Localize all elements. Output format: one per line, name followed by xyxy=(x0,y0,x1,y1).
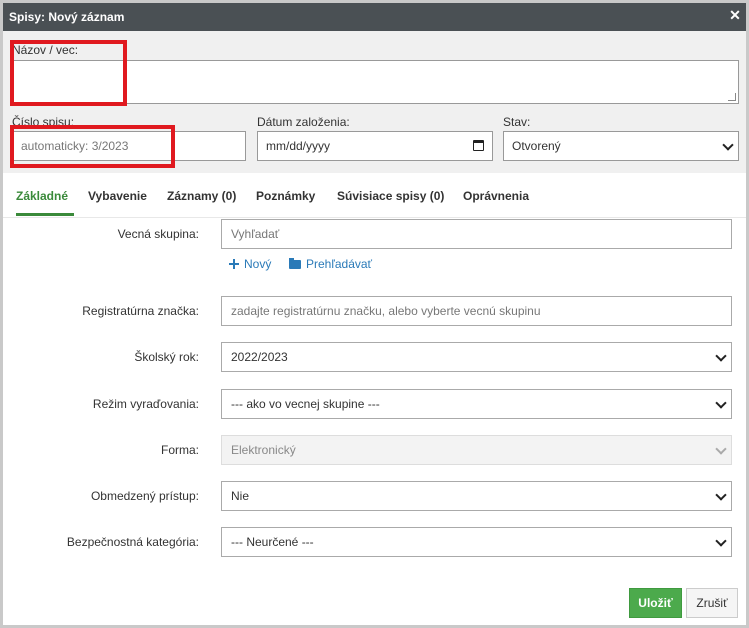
new-link[interactable]: Nový xyxy=(229,257,271,271)
security-category-value: --- Neurčené --- xyxy=(231,535,314,549)
save-button[interactable]: Uložiť xyxy=(629,588,682,618)
security-category-label: Bezpečnostná kategória: xyxy=(66,535,199,549)
folder-open-icon xyxy=(289,258,301,269)
tab-notes[interactable]: Poznámky xyxy=(256,189,315,203)
resize-grip-icon[interactable] xyxy=(728,93,736,101)
browse-link[interactable]: Prehľadávať xyxy=(289,257,372,271)
school-year-label: Školský rok: xyxy=(134,350,199,364)
state-label: Stav: xyxy=(503,115,531,129)
dialog-titlebar: Spisy: Nový záznam ✕ xyxy=(3,3,746,31)
chevron-down-icon xyxy=(715,535,727,547)
restricted-access-select[interactable]: Nie xyxy=(221,481,732,511)
tab-basic[interactable]: Základné xyxy=(16,189,68,203)
chevron-down-icon xyxy=(715,443,727,455)
restricted-access-label: Obmedzený prístup: xyxy=(90,489,199,503)
disposal-mode-select[interactable]: --- ako vo vecnej skupine --- xyxy=(221,389,732,419)
browse-link-label: Prehľadávať xyxy=(306,257,373,271)
name-textarea[interactable] xyxy=(12,60,739,104)
tabs-divider xyxy=(3,217,746,218)
form-label: Forma: xyxy=(160,443,199,457)
header-form: Názov / vec: Číslo spisu: automaticky: 3… xyxy=(3,31,746,173)
plus-icon xyxy=(229,259,239,269)
date-label: Dátum založenia: xyxy=(257,115,350,129)
state-value: Otvorený xyxy=(512,139,561,153)
cancel-button[interactable]: Zrušiť xyxy=(686,588,738,618)
security-category-select[interactable]: --- Neurčené --- xyxy=(221,527,732,557)
date-input[interactable]: mm/dd/yyyy xyxy=(257,131,493,161)
dialog: Spisy: Nový záznam ✕ Názov / vec: Číslo … xyxy=(0,0,749,628)
disposal-mode-value: --- ako vo vecnej skupine --- xyxy=(231,397,380,411)
close-icon[interactable]: ✕ xyxy=(728,8,742,22)
state-select[interactable]: Otvorený xyxy=(503,131,739,161)
tab-handling[interactable]: Vybavenie xyxy=(88,189,147,203)
chevron-down-icon xyxy=(715,397,727,409)
registry-mark-input[interactable]: zadajte registratúrnu značku, alebo vybe… xyxy=(221,296,732,326)
form-value: Elektronický xyxy=(231,443,296,457)
subject-group-input[interactable]: Vyhľadať xyxy=(221,219,732,249)
active-tab-indicator xyxy=(16,213,74,216)
date-placeholder: mm/dd/yyyy xyxy=(266,139,331,153)
chevron-down-icon xyxy=(715,489,727,501)
subject-group-label: Vecná skupina: xyxy=(117,227,199,241)
restricted-access-value: Nie xyxy=(231,489,250,503)
dialog-title: Spisy: Nový záznam xyxy=(9,10,125,24)
name-label: Názov / vec: xyxy=(12,43,79,57)
chevron-down-icon xyxy=(715,350,727,362)
tab-records[interactable]: Záznamy (0) xyxy=(167,189,236,203)
school-year-select[interactable]: 2022/2023 xyxy=(221,342,732,372)
disposal-mode-label: Režim vyraďovania: xyxy=(92,397,199,411)
tab-bar: Základné Vybavenie Záznamy (0) Poznámky … xyxy=(3,181,746,217)
chevron-down-icon xyxy=(722,139,734,151)
new-link-label: Nový xyxy=(244,257,272,271)
registry-mark-label: Registratúrna značka: xyxy=(82,304,199,318)
tab-related-files[interactable]: Súvisiace spisy (0) xyxy=(337,189,444,203)
calendar-icon[interactable] xyxy=(473,140,484,151)
form-select: Elektronický xyxy=(221,435,732,465)
file-number-label: Číslo spisu: xyxy=(12,115,75,129)
tab-permissions[interactable]: Oprávnenia xyxy=(463,189,529,203)
school-year-value: 2022/2023 xyxy=(231,350,288,364)
file-number-input[interactable]: automaticky: 3/2023 xyxy=(12,131,246,161)
